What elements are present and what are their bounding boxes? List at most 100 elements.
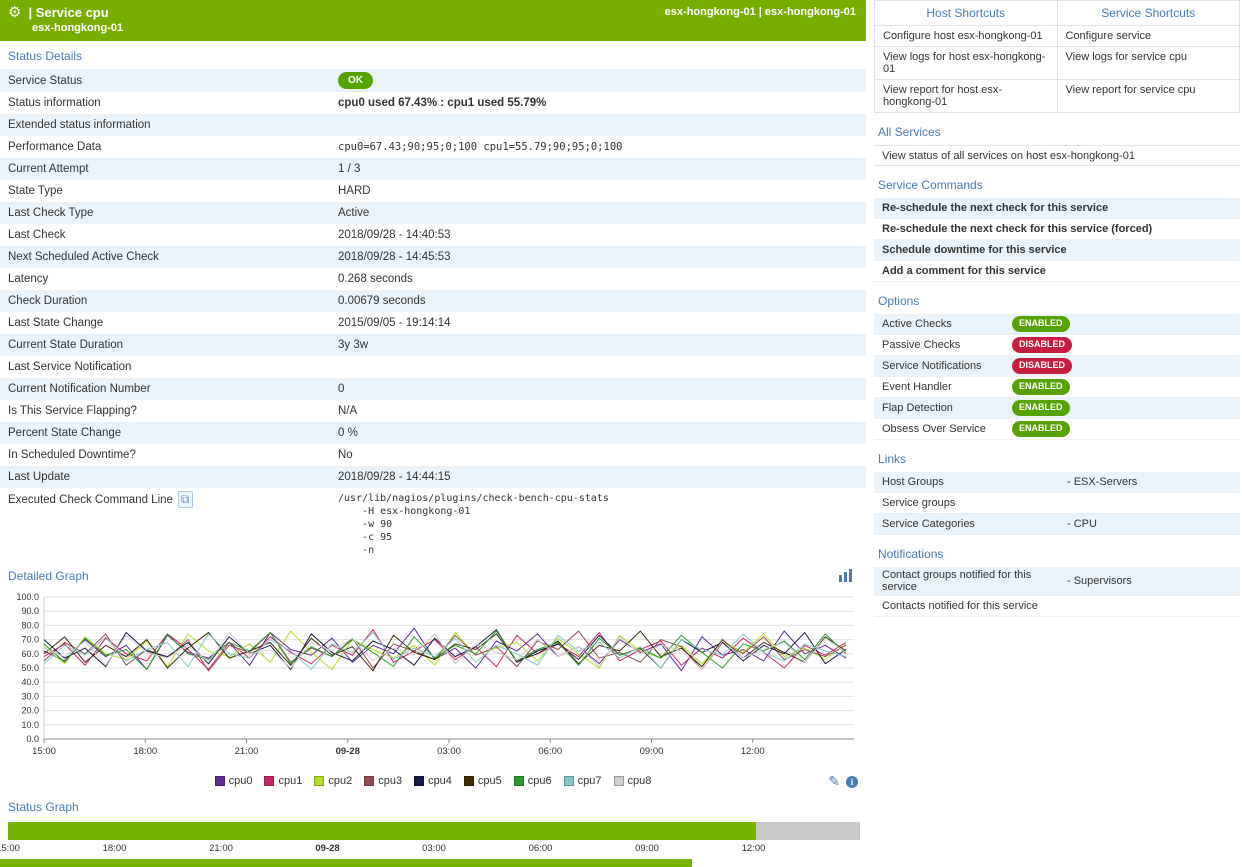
svg-text:100.0: 100.0 <box>16 592 39 602</box>
svg-text:12:00: 12:00 <box>741 746 765 757</box>
legend-item: cpu0 <box>215 775 253 787</box>
status-row-label: Current Attempt <box>0 160 332 178</box>
legend-swatch <box>364 776 374 786</box>
service-shortcut-link[interactable]: View report for service cpu <box>1058 80 1241 113</box>
option-state-badge[interactable]: ENABLED <box>1012 316 1070 332</box>
option-state-badge[interactable]: DISABLED <box>1012 337 1072 353</box>
legend-label: cpu3 <box>378 775 402 787</box>
notification-label: Contacts notified for this service <box>882 600 1067 612</box>
option-label: Passive Checks <box>882 339 1012 351</box>
legend-item: cpu2 <box>314 775 352 787</box>
status-row: Current State Duration3y 3w <box>0 334 866 356</box>
link-row: Service groups <box>874 493 1240 514</box>
status-row-value <box>332 122 866 128</box>
svg-text:21:00: 21:00 <box>235 746 259 757</box>
links-title: Links <box>874 440 1240 472</box>
status-row-value: 2018/09/28 - 14:40:53 <box>332 226 866 244</box>
service-command-link[interactable]: Add a comment for this service <box>874 261 1240 282</box>
svg-text:50.0: 50.0 <box>21 663 39 673</box>
svg-text:10.0: 10.0 <box>21 720 39 730</box>
svg-text:40.0: 40.0 <box>21 677 39 687</box>
command-row-label: Executed Check Command Line ⧉ <box>0 488 332 511</box>
status-row: Latency0.268 seconds <box>0 268 866 290</box>
option-label: Event Handler <box>882 381 1012 393</box>
options-list: Active ChecksENABLEDPassive ChecksDISABL… <box>874 314 1240 440</box>
option-label: Obsess Over Service <box>882 423 1012 435</box>
all-services-title: All Services <box>874 113 1240 145</box>
legend-swatch <box>514 776 524 786</box>
legend-swatch <box>414 776 424 786</box>
service-command-link[interactable]: Schedule downtime for this service <box>874 240 1240 261</box>
status-segment-no-data <box>756 822 860 840</box>
svg-text:06:00: 06:00 <box>538 746 562 757</box>
service-command-link[interactable]: Re-schedule the next check for this serv… <box>874 198 1240 219</box>
status-row: Percent State Change0 % <box>0 422 866 444</box>
status-row: State TypeHARD <box>0 180 866 202</box>
option-state-badge[interactable]: DISABLED <box>1012 358 1072 374</box>
svg-text:60.0: 60.0 <box>21 649 39 659</box>
option-state-badge[interactable]: ENABLED <box>1012 400 1070 416</box>
status-graph-title: Status Graph <box>0 792 87 820</box>
link-value[interactable]: - ESX-Servers <box>1067 476 1137 488</box>
side-panel: Host Shortcuts Service Shortcuts Configu… <box>866 0 1242 617</box>
status-row-value: 0.00679 seconds <box>332 292 866 310</box>
legend-item: cpu5 <box>464 775 502 787</box>
shortcuts-table: Host Shortcuts Service Shortcuts Configu… <box>874 0 1240 113</box>
command-line-text: /usr/lib/nagios/plugins/check-bench-cpu-… <box>332 488 866 561</box>
settings-gear-icon[interactable]: ⚙ <box>8 5 21 20</box>
legend-swatch <box>215 776 225 786</box>
host-shortcut-link[interactable]: View report for host esx-hongkong-01 <box>875 80 1058 113</box>
svg-text:15:00: 15:00 <box>32 746 56 757</box>
service-command-link[interactable]: Re-schedule the next check for this serv… <box>874 219 1240 240</box>
link-row: Host Groups- ESX-Servers <box>874 472 1240 493</box>
info-icon[interactable]: i <box>846 776 858 788</box>
status-row-value: HARD <box>332 182 866 200</box>
status-row-label: Last State Change <box>0 314 332 332</box>
option-state-badge[interactable]: ENABLED <box>1012 379 1070 395</box>
link-row: Service Categories- CPU <box>874 514 1240 535</box>
legend-item: cpu6 <box>514 775 552 787</box>
status-row: In Scheduled Downtime?No <box>0 444 866 466</box>
notification-row: Contacts notified for this service <box>874 596 1240 617</box>
status-row-value: 1 / 3 <box>332 160 866 178</box>
status-graph-bar <box>8 822 860 840</box>
status-row-value: 0 <box>332 380 866 398</box>
main-column: ⚙ | Service cpu esx-hongkong-01 esx-hong… <box>0 0 866 857</box>
status-x-label: 09-28 <box>315 843 339 854</box>
link-label: Host Groups <box>882 476 1067 488</box>
edit-pencil-icon[interactable]: ✎ <box>828 773 840 790</box>
copy-command-icon[interactable]: ⧉ <box>178 491 193 508</box>
host-shortcut-link[interactable]: View logs for host esx-hongkong-01 <box>875 47 1058 80</box>
detailed-graph-chart[interactable]: 0.010.020.030.040.050.060.070.080.090.01… <box>6 589 866 770</box>
status-row: Check Duration0.00679 seconds <box>0 290 866 312</box>
service-shortcut-link[interactable]: Configure service <box>1058 26 1241 47</box>
status-row: Last Check TypeActive <box>0 202 866 224</box>
status-row: Performance Datacpu0=67.43;90;95;0;100 c… <box>0 136 866 158</box>
link-value[interactable]: - CPU <box>1067 518 1097 530</box>
status-row-value: 0.268 seconds <box>332 270 866 288</box>
svg-text:90.0: 90.0 <box>21 606 39 616</box>
status-row-label: In Scheduled Downtime? <box>0 446 332 464</box>
chart-icon[interactable] <box>839 569 854 582</box>
service-shortcut-link[interactable]: View logs for service cpu <box>1058 47 1241 80</box>
option-state-badge[interactable]: ENABLED <box>1012 421 1070 437</box>
status-row: Extended status information <box>0 114 866 136</box>
legend-swatch <box>264 776 274 786</box>
page-subtitle: esx-hongkong-01 <box>32 22 858 34</box>
status-row-value: cpu0 used 67.43% : cpu1 used 55.79% <box>332 94 866 112</box>
status-row-value: 0 % <box>332 424 866 442</box>
svg-text:20.0: 20.0 <box>21 706 39 716</box>
host-shortcut-link[interactable]: Configure host esx-hongkong-01 <box>875 26 1058 47</box>
status-row-label: Last Service Notification <box>0 358 332 376</box>
all-services-link[interactable]: View status of all services on host esx-… <box>874 145 1240 166</box>
all-services-list: View status of all services on host esx-… <box>874 145 1240 166</box>
status-row: Last Service Notification <box>0 356 866 378</box>
option-row: Obsess Over ServiceENABLED <box>874 419 1240 440</box>
status-row-value: No <box>332 446 866 464</box>
svg-text:70.0: 70.0 <box>21 635 39 645</box>
status-row: Current Notification Number0 <box>0 378 866 400</box>
status-x-label: 06:00 <box>529 843 553 854</box>
status-row-label: Is This Service Flapping? <box>0 402 332 420</box>
notification-value[interactable]: - Supervisors <box>1067 575 1132 587</box>
status-row-label: Percent State Change <box>0 424 332 442</box>
